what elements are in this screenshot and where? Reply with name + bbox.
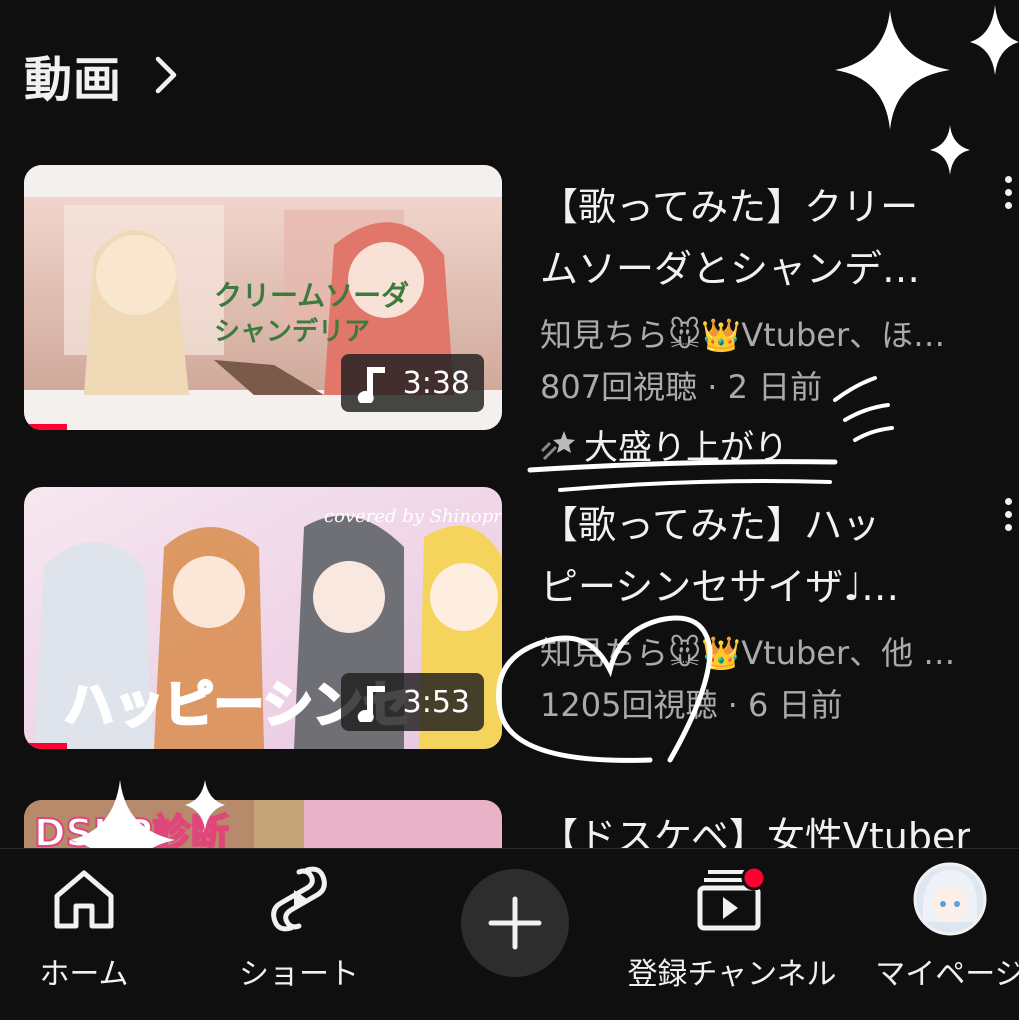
trending-label: 大盛り上がり — [584, 428, 788, 468]
sparkle-decoration — [835, 5, 1019, 175]
video-title-line: ムソーダとシャンデ… — [540, 247, 921, 291]
shorts-icon — [271, 866, 327, 932]
video-title: 【ドスケベ】女性Vtuber — [540, 806, 970, 848]
thumbnail-credit: covered by Shinopro — [324, 506, 502, 527]
section-header[interactable]: 動画 — [24, 40, 186, 110]
section-title: 動画 — [24, 52, 123, 108]
more-options-icon[interactable] — [1001, 498, 1015, 531]
subscriptions-icon — [697, 866, 767, 931]
view-count: 1205回視聴 — [540, 686, 718, 724]
video-meta[interactable]: 【歌ってみた】クリー ムソーダとシャンデ… 知見ちら🐭👑Vtuber、ほ… 80… — [540, 176, 970, 469]
nav-home[interactable]: ホーム — [24, 849, 144, 1020]
video-thumbnail[interactable]: ハッピーシンセ covered by Shinopro 3:53 — [24, 487, 502, 749]
duration-badge: 3:53 — [340, 673, 484, 731]
nav-mypage-label: マイページ — [875, 957, 1019, 992]
separator-dot: · — [727, 686, 748, 724]
trending-badge: 大盛り上がり — [540, 420, 970, 469]
video-title: 【歌ってみた】ハッ ピーシンセサイザ♩… — [540, 494, 970, 618]
create-button[interactable] — [461, 869, 569, 977]
music-note-icon — [357, 686, 385, 722]
chevron-right-icon — [155, 56, 177, 94]
channel-name: 知見ちら🐭👑Vtuber、他 … — [540, 634, 956, 672]
upload-age: 6 日前 — [747, 686, 843, 724]
duration-badge: 3:38 — [340, 354, 484, 412]
separator-dot: · — [707, 368, 728, 406]
plus-icon — [488, 896, 542, 950]
nav-shorts-label: ショート — [239, 957, 359, 992]
nav-subscriptions-label: 登録チャンネル — [627, 957, 837, 992]
nav-home-label: ホーム — [39, 957, 129, 992]
bottom-navigation: ホーム ショート 登録チャンネル マイページ — [0, 848, 1019, 1020]
video-title: 【歌ってみた】クリー ムソーダとシャンデ… — [540, 176, 970, 300]
video-title-line: 【ドスケベ】女性Vtuber — [540, 815, 970, 848]
video-meta[interactable]: 【ドスケベ】女性Vtuber — [540, 806, 970, 848]
svg-text:シャンデリア: シャンデリア — [214, 316, 370, 347]
channel-name: 知見ちら🐭👑Vtuber、ほ… — [540, 316, 946, 354]
shooting-star-icon — [540, 430, 575, 460]
svg-text:クリームソーダ: クリームソーダ — [214, 279, 409, 312]
duration-text: 3:53 — [402, 684, 470, 720]
avatar — [913, 862, 987, 936]
video-meta[interactable]: 【歌ってみた】ハッ ピーシンセサイザ♩… 知見ちら🐭👑Vtuber、他 … 12… — [540, 494, 970, 726]
video-stats: 1205回視聴 · 6 日前 — [540, 680, 970, 726]
video-title-line: 【歌ってみた】ハッ — [540, 503, 881, 547]
watch-progress-bar — [24, 743, 68, 749]
duration-text: 3:38 — [402, 365, 470, 401]
more-options-icon[interactable] — [1001, 176, 1015, 209]
watch-progress-bar — [24, 424, 68, 430]
upload-age: 2 日前 — [727, 368, 823, 406]
video-title-line: ピーシンセサイザ♩… — [540, 565, 900, 609]
view-count: 807回視聴 — [540, 368, 698, 406]
video-thumbnail[interactable]: クリームソーダ シャンデリア 3:38 — [24, 165, 502, 430]
home-icon — [54, 870, 114, 929]
video-title-line: 【歌ってみた】クリー — [540, 185, 919, 229]
notification-dot — [741, 866, 767, 891]
nav-mypage[interactable]: マイページ — [870, 849, 1019, 1020]
music-note-icon — [357, 367, 385, 403]
nav-subscriptions[interactable]: 登録チャンネル — [622, 849, 842, 1020]
video-stats: 807回視聴 · 2 日前 — [540, 362, 970, 408]
nav-shorts[interactable]: ショート — [234, 849, 364, 1020]
